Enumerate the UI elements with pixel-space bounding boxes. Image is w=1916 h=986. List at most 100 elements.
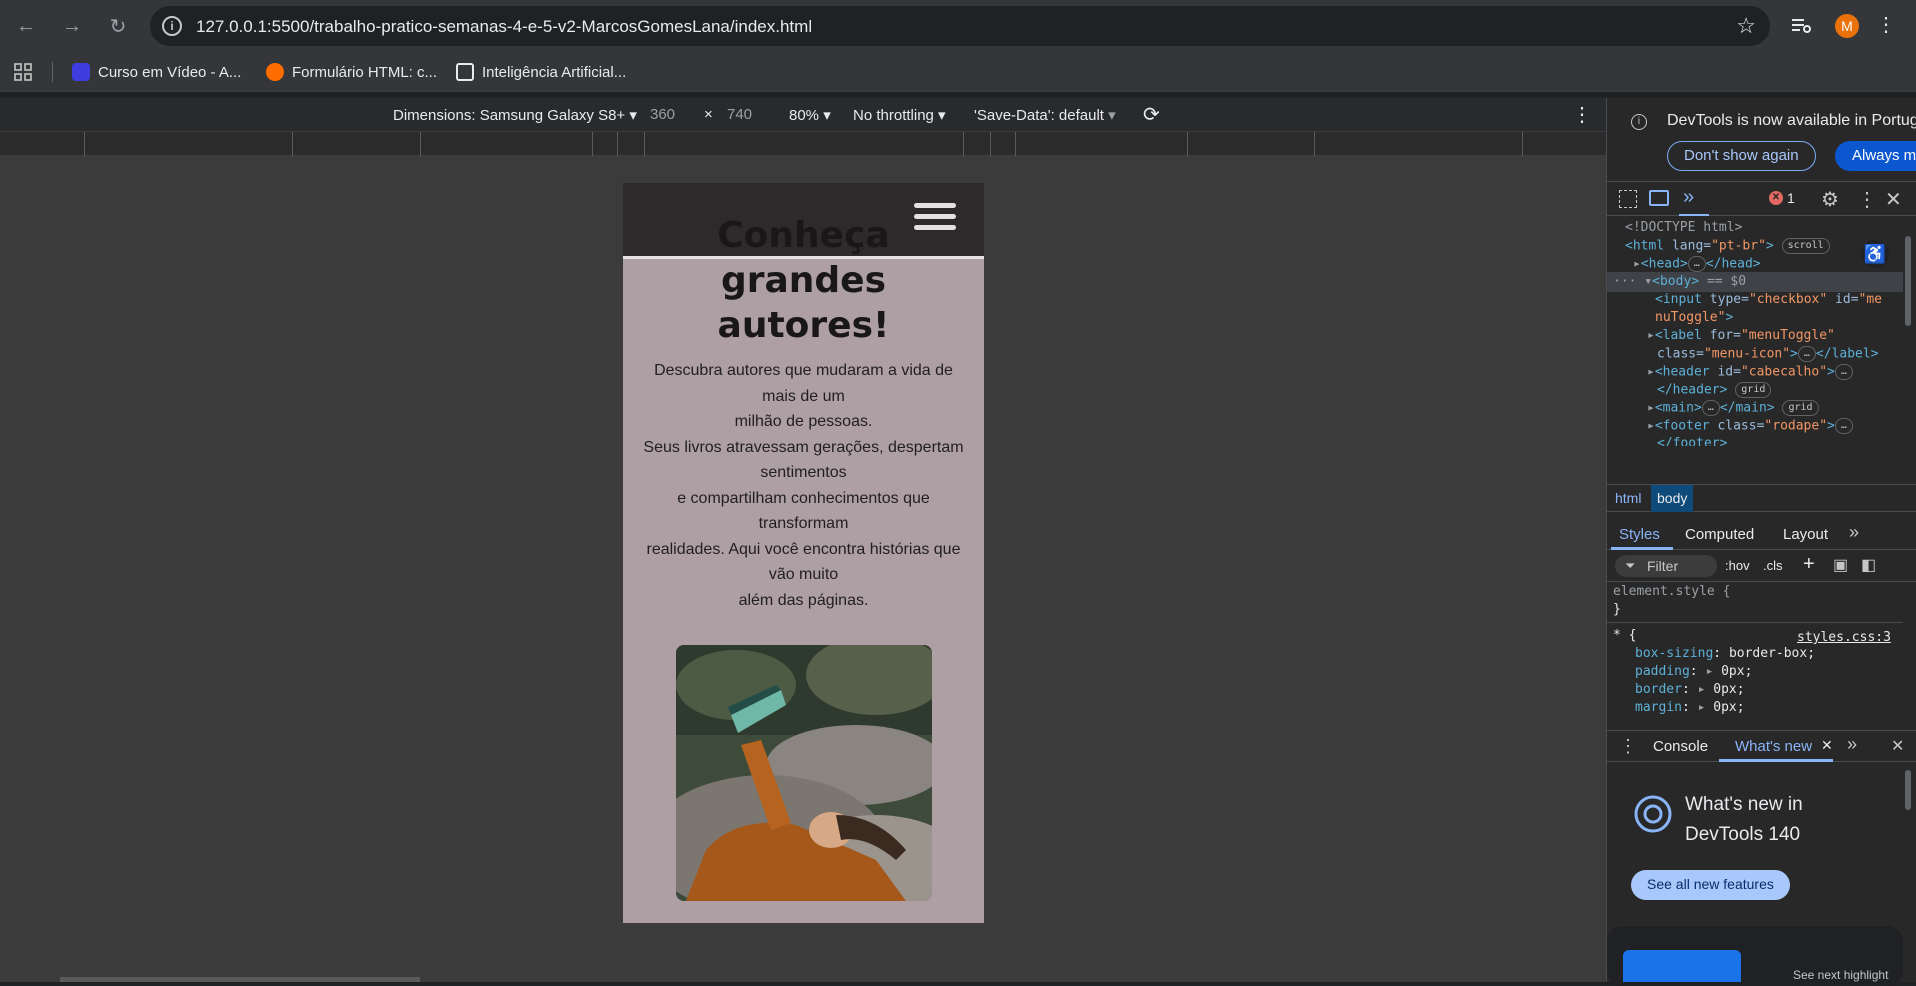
zoom-select[interactable]: 80% ▾ [789,106,831,124]
hero-description: Descubra autores que mudaram a vida de m… [641,358,966,613]
tab-computed[interactable]: Computed [1685,526,1754,543]
dom-header-close[interactable]: </header> grid [1657,382,1772,398]
device-toggle-icon[interactable] [1649,190,1669,206]
dom-input-node-cont[interactable]: nuToggle"> [1655,310,1733,325]
bookmark-formulario-html[interactable]: Formulário HTML: c... [266,60,437,84]
highlight-thumbnail [1623,950,1741,982]
tab-whats-new[interactable]: What's new [1735,738,1812,755]
browser-toolbar: ← → ↻ i 127.0.0.1:5500/trabalho-pratico-… [0,0,1916,52]
text-line: vão muito [768,566,839,583]
sidebar-toggle-icon[interactable]: ◧ [1861,555,1876,575]
throttling-select[interactable]: No throttling ▾ [853,106,946,124]
tab-console[interactable]: Console [1653,738,1708,755]
breadcrumb: html body [1607,484,1916,512]
language-notice: i DevTools is now available in Portug Do… [1607,98,1916,182]
error-icon[interactable]: ✕ [1769,191,1783,205]
more-tabs-icon[interactable]: » [1683,186,1694,209]
text-line: milhão de pessoas. [734,413,873,430]
rule-source-link[interactable]: styles.css:3 [1797,630,1891,645]
device-toolbar-menu-icon[interactable]: ⋮ [1572,102,1592,127]
bookmark-inteligencia-artificial[interactable]: Inteligência Artificial... [456,60,626,84]
dom-footer-node[interactable]: ▸<footer class="rodape">… [1647,418,1853,434]
close-drawer-icon[interactable]: ✕ [1891,736,1904,756]
see-all-features-button[interactable]: See all new features [1631,870,1790,900]
lock-open-icon [456,63,474,81]
error-count[interactable]: 1 [1787,190,1795,206]
swap-dimensions-icon[interactable]: × [704,106,713,123]
dom-footer-close[interactable]: </footer> [1657,436,1727,446]
styles-tabbar: Styles Computed Layout » [1607,520,1916,550]
dom-head-node[interactable]: ▸<head>… </head> [1633,256,1761,272]
crumb-html[interactable]: html [1615,490,1641,506]
bookmarks-bar: Curso em Vídeo - A... Formulário HTML: c… [0,52,1916,92]
site-info-icon[interactable]: i [162,16,182,36]
hov-toggle[interactable]: :hov [1725,558,1750,573]
drawer-scrollbar[interactable] [1905,770,1911,810]
more-drawer-tabs-icon[interactable]: » [1847,734,1857,755]
whats-new-pane: What's new in DevTools 140 See all new f… [1607,762,1916,986]
tab-styles[interactable]: Styles [1619,526,1660,543]
element-style-rule[interactable]: element.style { [1613,584,1730,599]
css-property[interactable]: border: ▸ 0px; [1635,682,1745,697]
dom-doctype[interactable]: <!DOCTYPE html> [1625,220,1742,235]
tab-layout[interactable]: Layout [1783,526,1828,543]
dom-scrollbar[interactable] [1905,236,1911,326]
new-rule-icon[interactable]: + [1803,553,1815,576]
notice-text: DevTools is now available in Portug [1667,112,1916,129]
text-line: sentimentos [760,464,847,481]
dom-label-node-cont[interactable]: class="menu-icon">… </label> [1657,346,1879,362]
more-style-tabs-icon[interactable]: » [1849,522,1859,543]
settings-gear-icon[interactable]: ⚙ [1821,187,1839,212]
url-text[interactable]: 127.0.0.1:5500/trabalho-pratico-semanas-… [196,17,812,37]
forward-arrow-icon[interactable]: → [58,12,86,40]
reload-icon[interactable]: ↻ [104,12,132,40]
dom-html-node[interactable]: <html lang="pt-br"> scroll [1625,238,1830,254]
bookmark-curso-em-video[interactable]: Curso em Vídeo - A... [72,60,241,84]
apps-grid-icon[interactable] [14,63,32,81]
filter-placeholder: Filter [1647,558,1679,574]
drawer-tabbar: ⋮ Console What's new ✕ » ✕ [1607,730,1916,762]
bookmark-star-icon[interactable]: ☆ [1736,13,1756,39]
save-data-select[interactable]: 'Save-Data': default ▾ [974,106,1116,124]
tab-search-icon[interactable] [1790,14,1812,36]
text-line: realidades. Aqui você encontra histórias… [646,540,961,558]
close-whats-new-icon[interactable]: ✕ [1821,737,1833,754]
dom-main-node[interactable]: ▸<main>… </main> grid [1647,400,1819,416]
device-toolbar: Dimensions: Samsung Galaxy S8+ ▾ 360 × 7… [0,98,1606,132]
text-line: e compartilham conhecimentos que [677,489,930,507]
text-line: transformam [758,515,849,532]
accessibility-icon[interactable]: ♿ [1861,240,1889,268]
browser-menu-icon[interactable]: ⋮ [1876,12,1896,37]
dom-header-node[interactable]: ▸<header id="cabecalho">… [1647,364,1853,380]
css-property[interactable]: padding: ▸ 0px; [1635,664,1752,679]
device-select[interactable]: Dimensions: Samsung Galaxy S8+ ▾ [393,106,637,124]
dom-label-node[interactable]: ▸<label for="menuToggle" [1647,328,1835,343]
css-property[interactable]: margin: ▸ 0px; [1635,700,1745,715]
cls-toggle[interactable]: .cls [1763,558,1783,573]
back-arrow-icon[interactable]: ← [12,12,40,40]
width-input[interactable]: 360 [650,106,675,123]
inspect-element-icon[interactable] [1619,190,1637,208]
dom-input-node[interactable]: <input type="checkbox" id="me [1655,292,1882,307]
crumb-body[interactable]: body [1651,485,1694,512]
rotate-icon[interactable]: ⟳ [1143,102,1160,127]
hero-title-line: grandes [720,260,887,301]
dom-body-node[interactable]: ··· ▾<body> == $0 [1613,274,1746,289]
css-property[interactable]: box-sizing: border-box; [1635,646,1815,661]
profile-avatar[interactable]: M [1835,14,1859,38]
text-line: mais de um [762,387,845,405]
always-match-button[interactable]: Always ma [1835,141,1916,171]
height-input[interactable]: 740 [727,106,752,123]
drawer-menu-icon[interactable]: ⋮ [1619,736,1637,757]
dont-show-again-button[interactable]: Don't show again [1667,141,1816,171]
devtools-menu-icon[interactable]: ⋮ [1857,187,1877,212]
hero-title-line: Conheça [717,215,890,256]
horizontal-scrollbar[interactable] [60,977,420,982]
universal-selector[interactable]: * { [1613,628,1636,643]
close-devtools-icon[interactable]: ✕ [1885,187,1902,212]
address-bar[interactable]: i 127.0.0.1:5500/trabalho-pratico-semana… [150,6,1770,46]
hero-title-line: autores! [717,305,890,346]
whats-new-title: What's new in DevTools 140 [1685,794,1803,845]
devtools-panel: i DevTools is now available in Portug Do… [1606,98,1916,986]
paint-icon[interactable]: ▣ [1833,555,1848,575]
